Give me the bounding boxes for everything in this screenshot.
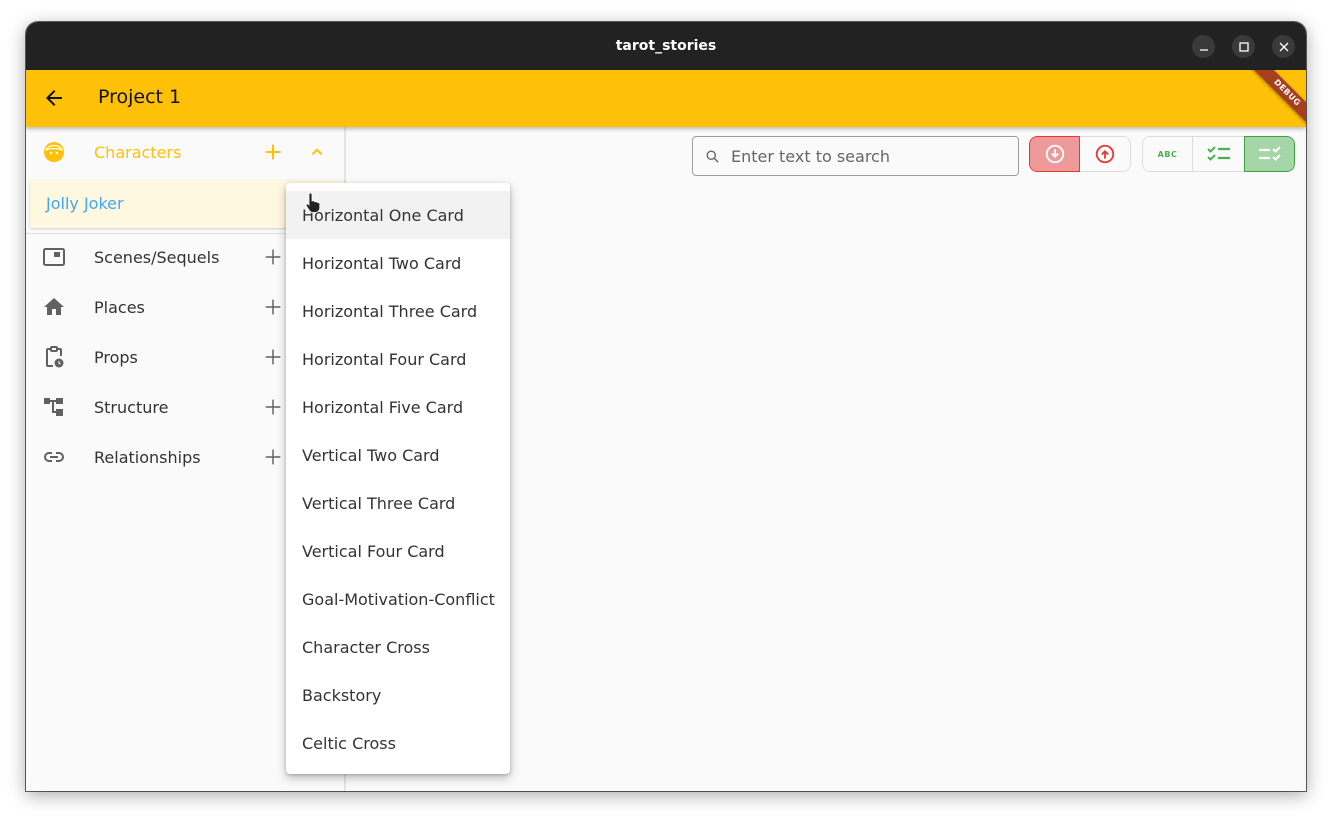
search-input[interactable] <box>731 145 1011 167</box>
close-icon <box>1279 42 1288 51</box>
add-scene-button[interactable] <box>262 246 284 268</box>
menu-item[interactable]: Backstory <box>286 671 510 719</box>
spread-type-menu: Horizontal One Card Horizontal Two Card … <box>286 183 510 774</box>
add-structure-button[interactable] <box>262 396 284 418</box>
menu-item[interactable]: Horizontal Two Card <box>286 239 510 287</box>
menu-item[interactable]: Vertical Two Card <box>286 431 510 479</box>
sidebar-item-label: Structure <box>94 397 169 417</box>
structure-tree-icon <box>44 398 63 416</box>
clipboard-clock-icon <box>46 346 64 368</box>
debug-banner: DEBUG <box>1246 70 1306 130</box>
add-prop-button[interactable] <box>262 346 284 368</box>
scene-icon <box>43 248 65 266</box>
home-icon <box>44 298 64 315</box>
debug-label: DEBUG <box>1250 70 1306 130</box>
sidebar-item-label: Relationships <box>94 447 201 467</box>
maximize-button[interactable] <box>1232 35 1255 58</box>
hand-cursor-icon <box>305 193 321 213</box>
app-bar: Project 1 DEBUG <box>26 70 1306 130</box>
menu-item[interactable]: Celtic Cross <box>286 719 510 767</box>
arrow-left-icon[interactable] <box>42 86 66 110</box>
close-button[interactable] <box>1272 35 1295 58</box>
menu-item[interactable]: Horizontal Four Card <box>286 335 510 383</box>
menu-item[interactable]: Horizontal Five Card <box>286 383 510 431</box>
menu-item[interactable]: Goal-Motivation-Conflict <box>286 575 510 623</box>
sidebar-item-characters[interactable]: Characters <box>26 127 346 177</box>
search-icon <box>706 150 719 163</box>
add-relationship-button[interactable] <box>262 446 284 468</box>
menu-item[interactable]: Horizontal Three Card <box>286 287 510 335</box>
sidebar-item-label: Props <box>94 347 138 367</box>
window-title: tarot_stories <box>615 38 717 54</box>
link-icon <box>44 452 64 462</box>
sort-ascending-button[interactable] <box>1080 136 1131 172</box>
face-icon <box>44 142 64 162</box>
view-toggle-group: ABC <box>1142 136 1295 172</box>
menu-item[interactable]: Character Cross <box>286 623 510 671</box>
sort-descending-button[interactable] <box>1029 136 1080 172</box>
checklist-reverse-icon <box>1258 146 1281 161</box>
abc-icon: ABC <box>1157 149 1178 159</box>
maximize-icon <box>1238 41 1249 52</box>
arrow-circle-up-icon <box>1095 144 1115 164</box>
sidebar-item-label: Places <box>94 297 145 317</box>
sort-toggle-group <box>1029 136 1131 172</box>
menu-item[interactable]: Vertical Four Card <box>286 527 510 575</box>
checklist-reverse-view-button[interactable] <box>1244 136 1295 172</box>
minimize-button[interactable] <box>1192 35 1215 58</box>
chevron-up-icon[interactable] <box>308 143 326 161</box>
sidebar-item-label: Characters <box>94 142 182 162</box>
app-window: tarot_stories Project 1 DEBUG Characters <box>26 22 1306 791</box>
checklist-view-button[interactable] <box>1193 136 1244 172</box>
title-bar: tarot_stories <box>26 22 1306 70</box>
add-character-button[interactable] <box>262 141 284 163</box>
menu-item[interactable]: Vertical Three Card <box>286 479 510 527</box>
sidebar-item-label: Scenes/Sequels <box>94 247 220 267</box>
add-place-button[interactable] <box>262 296 284 318</box>
page-title: Project 1 <box>98 86 182 108</box>
arrow-circle-down-icon <box>1045 144 1064 164</box>
alphabetic-view-button[interactable]: ABC <box>1142 136 1193 172</box>
character-name: Jolly Joker <box>46 194 124 213</box>
minimize-icon <box>1199 48 1208 51</box>
search-field[interactable] <box>692 136 1019 176</box>
checklist-icon <box>1206 146 1230 161</box>
